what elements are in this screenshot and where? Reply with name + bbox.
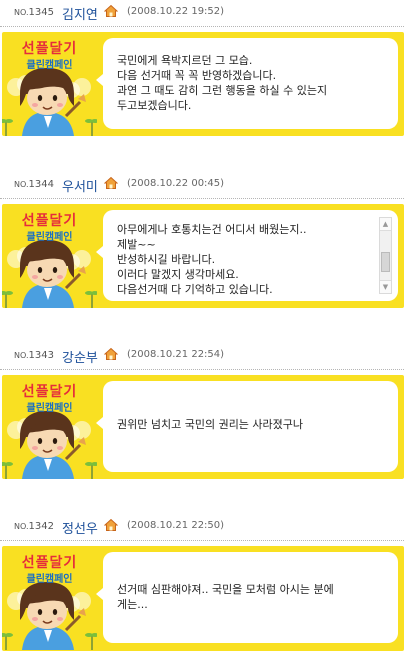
- comment-card: 선플달기 클린캠페인 선거때 심판해야져.. 국민을 모처럼 아시는 분에 게는…: [2, 546, 404, 651]
- comment-text: 권위만 넘치고 국민의 권리는 사라졌구나: [117, 418, 304, 431]
- comment-date: (2008.10.21 22:50): [127, 520, 225, 531]
- comment-header: NO.1345 김지연 (2008.10.22 19:52): [0, 0, 404, 27]
- campaign-title: 선플달기: [21, 41, 78, 57]
- campaign-subtitle: 클린캠페인: [26, 403, 73, 414]
- comment-date: (2008.10.22 19:52): [127, 6, 225, 17]
- author-name[interactable]: 강순부: [62, 347, 98, 366]
- author-name[interactable]: 정선우: [62, 518, 98, 537]
- scroll-down-arrow-icon[interactable]: ▼: [380, 280, 391, 293]
- speech-bubble: 선거때 심판해야져.. 국민을 모처럼 아시는 분에 게는...: [96, 552, 398, 643]
- author-name[interactable]: 우서미: [62, 176, 98, 195]
- comment-text: 선거때 심판해야져.. 국민을 모처럼 아시는 분에 게는...: [117, 583, 334, 611]
- comment-header: NO.1343 강순부 (2008.10.21 22:54): [0, 343, 404, 370]
- comment-card: 선플달기 클린캠페인 아무에게나 호통치는건 어디서 배웠는지.. 제발~~ 반…: [2, 204, 404, 308]
- campaign-subtitle: 클린캠페인: [26, 60, 73, 71]
- comment-number: NO.1344: [14, 179, 54, 190]
- campaign-title: 선플달기: [21, 555, 78, 571]
- author-name[interactable]: 김지연: [62, 4, 98, 23]
- comment-entry: NO.1345 김지연 (2008.10.22 19:52) 선플달기 클린캠페…: [0, 0, 413, 140]
- home-icon[interactable]: [104, 518, 118, 532]
- message-scrollbar[interactable]: ▲ ▼: [379, 217, 392, 294]
- comment-entry: NO.1343 강순부 (2008.10.21 22:54) 선플달기 클린캠페…: [0, 343, 413, 483]
- comment-date: (2008.10.21 22:54): [127, 349, 225, 360]
- campaign-title: 선플달기: [21, 213, 78, 229]
- home-icon[interactable]: [104, 4, 118, 18]
- comment-entry: NO.1344 우서미 (2008.10.22 00:45) 선플달기 클린캠페…: [0, 172, 413, 312]
- campaign-illustration: 선플달기 클린캠페인: [2, 32, 97, 136]
- campaign-illustration: 선플달기 클린캠페인: [2, 375, 97, 479]
- comment-entry: NO.1342 정선우 (2008.10.21 22:50) 선플달기 클린캠페…: [0, 514, 413, 654]
- campaign-title: 선플달기: [21, 384, 78, 400]
- comment-number: NO.1342: [14, 521, 54, 532]
- comment-number: NO.1343: [14, 350, 54, 361]
- comment-text: 아무에게나 호통치는건 어디서 배웠는지.. 제발~~ 반성하시길 바랍니다. …: [117, 223, 307, 296]
- speech-bubble: 아무에게나 호통치는건 어디서 배웠는지.. 제발~~ 반성하시길 바랍니다. …: [96, 210, 398, 301]
- campaign-illustration: 선플달기 클린캠페인: [2, 546, 97, 650]
- speech-bubble: 권위만 넘치고 국민의 권리는 사라졌구나: [96, 381, 398, 472]
- comment-card: 선플달기 클린캠페인 권위만 넘치고 국민의 권리는 사라졌구나: [2, 375, 404, 479]
- campaign-subtitle: 클린캠페인: [26, 232, 73, 243]
- campaign-subtitle: 클린캠페인: [26, 574, 73, 585]
- scrollbar-thumb[interactable]: [381, 252, 390, 272]
- comment-date: (2008.10.22 00:45): [127, 178, 225, 189]
- comment-text: 국민에게 욕박지르던 그 모습. 다음 선거때 꼭 꼭 반영하겠습니다. 과연 …: [117, 54, 328, 112]
- comment-card: 선플달기 클린캠페인 국민에게 욕박지르던 그 모습. 다음 선거때 꼭 꼭 반…: [2, 32, 404, 136]
- scroll-up-arrow-icon[interactable]: ▲: [380, 218, 391, 231]
- home-icon[interactable]: [104, 347, 118, 361]
- comment-number: NO.1345: [14, 7, 54, 18]
- home-icon[interactable]: [104, 176, 118, 190]
- campaign-illustration: 선플달기 클린캠페인: [2, 204, 97, 308]
- comment-header: NO.1344 우서미 (2008.10.22 00:45): [0, 172, 404, 199]
- comment-header: NO.1342 정선우 (2008.10.21 22:50): [0, 514, 404, 541]
- speech-bubble: 국민에게 욕박지르던 그 모습. 다음 선거때 꼭 꼭 반영하겠습니다. 과연 …: [96, 38, 398, 129]
